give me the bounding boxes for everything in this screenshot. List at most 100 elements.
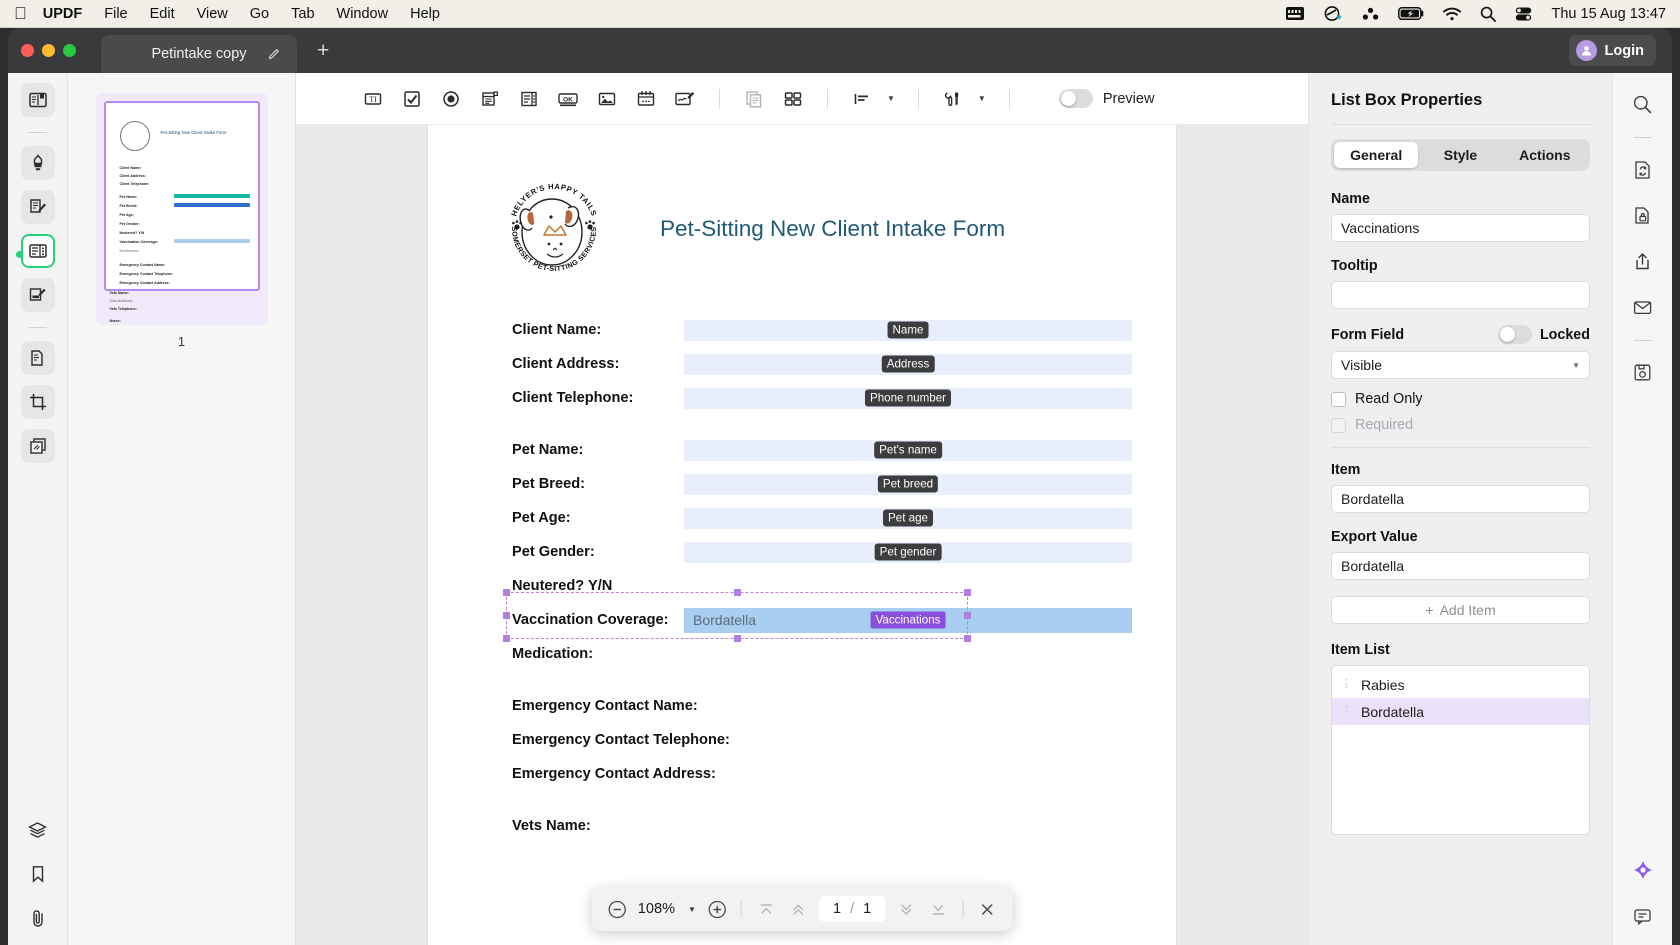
name-input[interactable]: Vaccinations bbox=[1331, 214, 1590, 242]
ai-assistant-icon[interactable] bbox=[1626, 853, 1660, 887]
resize-handle-mr[interactable] bbox=[964, 612, 971, 619]
keyboard-icon[interactable] bbox=[1286, 7, 1304, 20]
menu-item-go[interactable]: Go bbox=[250, 6, 269, 22]
resize-handle-tr[interactable] bbox=[964, 589, 971, 596]
sidebar-item-annotate[interactable] bbox=[21, 190, 55, 224]
menu-item-window[interactable]: Window bbox=[337, 6, 389, 22]
protect-icon[interactable] bbox=[1626, 198, 1660, 232]
form-field-client-name[interactable]: Name bbox=[684, 320, 1132, 341]
item-input[interactable]: Bordatella bbox=[1331, 485, 1590, 513]
export-value-input[interactable]: Bordatella bbox=[1331, 552, 1590, 580]
combo-box-icon[interactable] bbox=[473, 83, 507, 115]
search-icon[interactable] bbox=[1480, 6, 1496, 22]
pencil-icon[interactable] bbox=[267, 47, 281, 61]
form-tools-icon[interactable] bbox=[936, 83, 970, 115]
tooltip-input[interactable] bbox=[1331, 281, 1590, 309]
convert-icon[interactable] bbox=[1626, 152, 1660, 186]
read-only-row[interactable]: Read Only bbox=[1331, 391, 1590, 407]
sidebar-item-layers[interactable] bbox=[21, 813, 55, 847]
prev-page-icon[interactable] bbox=[787, 898, 809, 920]
save-as-icon[interactable] bbox=[1626, 355, 1660, 389]
form-field-client-address[interactable]: Address bbox=[684, 354, 1132, 375]
signature-field-icon[interactable] bbox=[668, 83, 702, 115]
pdf-canvas[interactable]: HELYER'S HAPPY TAILS SOMERSET PET-SITTIN… bbox=[296, 125, 1308, 945]
tile-layout-icon[interactable] bbox=[776, 83, 810, 115]
chevron-down-icon-zoom[interactable]: ▼ bbox=[688, 905, 696, 914]
chevron-down-icon-tools[interactable]: ▼ bbox=[978, 94, 986, 103]
maximize-window-button[interactable] bbox=[63, 44, 76, 57]
resize-handle-tl[interactable] bbox=[503, 589, 510, 596]
search-icon[interactable] bbox=[1626, 87, 1660, 121]
comment-icon[interactable] bbox=[1626, 899, 1660, 933]
visibility-select[interactable]: Visible ▼ bbox=[1331, 351, 1590, 379]
resize-handle-ml[interactable] bbox=[503, 612, 510, 619]
email-icon[interactable] bbox=[1626, 290, 1660, 324]
minimize-window-button[interactable] bbox=[42, 44, 55, 57]
tab-general[interactable]: General bbox=[1334, 142, 1418, 168]
apple-icon[interactable]:  bbox=[14, 5, 27, 22]
sidebar-item-form-fields[interactable] bbox=[21, 234, 55, 268]
form-field-pet-name[interactable]: Pet's name bbox=[684, 440, 1132, 461]
menu-item-view[interactable]: View bbox=[197, 6, 228, 22]
menu-item-edit[interactable]: Edit bbox=[150, 6, 175, 22]
current-page[interactable]: 1 bbox=[833, 901, 841, 917]
plus-circle-icon[interactable] bbox=[706, 898, 728, 920]
read-only-checkbox[interactable] bbox=[1331, 392, 1346, 407]
form-field-pet-age[interactable]: Pet age bbox=[684, 508, 1132, 529]
battery-charging-icon[interactable] bbox=[1398, 7, 1424, 20]
sidebar-item-highlighter[interactable] bbox=[21, 146, 55, 180]
image-field-icon[interactable] bbox=[590, 83, 624, 115]
date-field-icon[interactable] bbox=[629, 83, 663, 115]
locked-group[interactable]: Locked bbox=[1498, 325, 1590, 344]
close-window-button[interactable] bbox=[21, 44, 34, 57]
list-item[interactable]: ⋮ Bordatella bbox=[1332, 698, 1589, 725]
list-box-icon[interactable] bbox=[512, 83, 546, 115]
resize-handle-tc[interactable] bbox=[734, 589, 741, 596]
form-field-client-telephone[interactable]: Phone number bbox=[684, 388, 1132, 409]
wifi-icon[interactable] bbox=[1443, 7, 1461, 21]
menu-item-updf[interactable]: UPDF bbox=[43, 6, 82, 22]
close-icon[interactable] bbox=[976, 898, 998, 920]
cloud-sync-icon[interactable] bbox=[1323, 6, 1343, 22]
document-tab[interactable]: Petintake copy bbox=[101, 35, 297, 73]
last-page-icon[interactable] bbox=[927, 898, 949, 920]
sidebar-item-bookmark[interactable] bbox=[21, 857, 55, 891]
text-field-icon[interactable]: TI bbox=[356, 83, 390, 115]
sidebar-item-attachment[interactable] bbox=[21, 901, 55, 935]
menu-item-help[interactable]: Help bbox=[410, 6, 440, 22]
radio-button-icon[interactable] bbox=[434, 83, 468, 115]
minus-circle-icon[interactable] bbox=[606, 898, 628, 920]
share-icon[interactable] bbox=[1626, 244, 1660, 278]
menu-item-file[interactable]: File bbox=[104, 6, 127, 22]
sidebar-item-crop[interactable] bbox=[21, 385, 55, 419]
chevron-down-icon-align[interactable]: ▼ bbox=[887, 94, 895, 103]
drag-handle-icon[interactable]: ⋮ bbox=[1341, 679, 1352, 690]
checkbox-icon[interactable] bbox=[395, 83, 429, 115]
sidebar-item-reader-mode[interactable] bbox=[21, 83, 55, 117]
preview-toggle-group[interactable]: Preview bbox=[1059, 89, 1155, 108]
item-list[interactable]: ⋮ Rabies ⋮ Bordatella bbox=[1331, 665, 1590, 835]
sidebar-item-compare[interactable] bbox=[21, 429, 55, 463]
form-field-pet-breed[interactable]: Pet breed bbox=[684, 474, 1132, 495]
page-indicator[interactable]: 1 / 1 bbox=[819, 896, 885, 922]
locked-toggle[interactable] bbox=[1498, 325, 1532, 344]
tab-style[interactable]: Style bbox=[1418, 142, 1502, 168]
control-center-icon[interactable] bbox=[1515, 7, 1532, 21]
sidebar-item-edit-pdf[interactable] bbox=[21, 278, 55, 312]
duplicate-icon[interactable] bbox=[737, 83, 771, 115]
zoom-level[interactable]: 108% bbox=[638, 901, 675, 917]
next-page-icon[interactable] bbox=[895, 898, 917, 920]
push-button-icon[interactable]: OK bbox=[551, 83, 585, 115]
form-field-pet-gender[interactable]: Pet gender bbox=[684, 542, 1132, 563]
login-button[interactable]: Login bbox=[1569, 35, 1656, 66]
add-item-button[interactable]: + Add Item bbox=[1331, 596, 1590, 624]
menubar-clock[interactable]: Thu 15 Aug 13:47 bbox=[1552, 6, 1667, 22]
first-page-icon[interactable] bbox=[755, 898, 777, 920]
list-item[interactable]: ⋮ Rabies bbox=[1332, 671, 1589, 698]
preview-toggle[interactable] bbox=[1059, 89, 1093, 108]
thumbnail-item[interactable]: Pet-Sitting New Client Intake Form Clien… bbox=[96, 93, 268, 325]
sidebar-item-organize-pages[interactable] bbox=[21, 341, 55, 375]
plus-icon[interactable]: + bbox=[317, 39, 329, 63]
pdf-page[interactable]: HELYER'S HAPPY TAILS SOMERSET PET-SITTIN… bbox=[428, 125, 1176, 945]
align-left-icon[interactable] bbox=[845, 83, 879, 115]
